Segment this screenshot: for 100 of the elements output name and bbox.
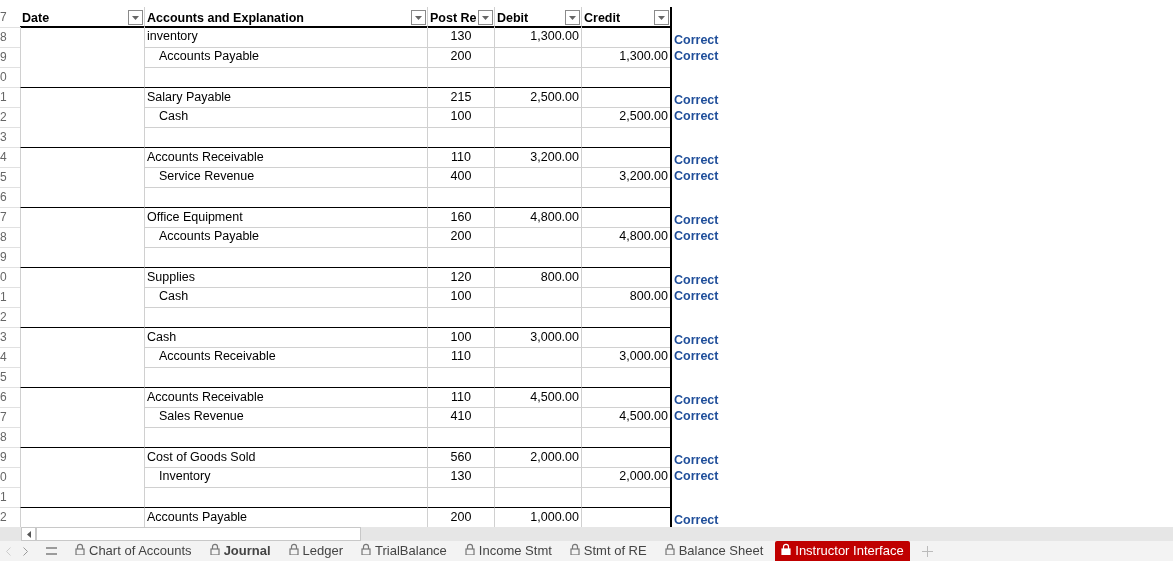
credit-amount: 2,500.00 xyxy=(582,107,672,128)
check-result: Correct xyxy=(673,212,720,227)
check-result: Correct xyxy=(673,168,720,185)
sheet-tab[interactable]: Stmt of RE xyxy=(563,541,653,561)
account-name: Inventory xyxy=(158,468,212,485)
account-name: Cash xyxy=(158,108,190,125)
row-number: 3 xyxy=(0,327,20,348)
debit-amount: 4,500.00 xyxy=(495,387,582,408)
check-result: Correct xyxy=(673,332,720,347)
row-number: 0 xyxy=(0,67,20,88)
post-reference: 215 xyxy=(428,87,495,108)
credit-amount: 3,200.00 xyxy=(582,167,672,188)
column-header: Accounts and Explanation xyxy=(147,11,304,25)
row-number: 2 xyxy=(0,307,20,328)
filter-dropdown[interactable] xyxy=(654,10,669,25)
row-number: 6 xyxy=(0,187,20,208)
filter-dropdown[interactable] xyxy=(128,10,143,25)
sheet-tab[interactable]: Chart of Accounts xyxy=(69,541,198,561)
post-reference: 100 xyxy=(428,107,495,128)
credit-amount: 3,000.00 xyxy=(582,347,672,368)
caret-icon xyxy=(569,15,576,20)
column-header: Credit xyxy=(584,11,621,25)
sheet-tab[interactable]: Journal xyxy=(203,541,277,561)
column-header: Date xyxy=(22,11,50,25)
left-arrow-icon xyxy=(26,530,31,538)
check-result: Correct xyxy=(673,288,720,305)
account-name: Sales Revenue xyxy=(158,408,245,425)
post-reference: 100 xyxy=(428,287,495,308)
account-name: Cost of Goods Sold xyxy=(145,447,428,468)
caret-icon xyxy=(132,15,139,20)
check-result: Correct xyxy=(673,92,720,107)
column-header: Debit xyxy=(497,11,529,25)
post-reference: 120 xyxy=(428,267,495,288)
debit-amount: 2,500.00 xyxy=(495,87,582,108)
row-number: 8 xyxy=(0,427,20,448)
sheet-tab[interactable]: Balance Sheet xyxy=(658,541,770,561)
debit-amount: 3,200.00 xyxy=(495,147,582,168)
filter-dropdown[interactable] xyxy=(565,10,580,25)
scroll-left-button[interactable] xyxy=(21,527,36,541)
account-name: Accounts Payable xyxy=(158,48,261,65)
caret-icon xyxy=(415,15,422,20)
sheet-tab[interactable]: Ledger xyxy=(282,541,350,561)
account-name: Cash xyxy=(145,327,428,348)
lock-icon xyxy=(75,543,85,555)
post-reference: 110 xyxy=(428,347,495,368)
post-reference: 100 xyxy=(428,327,495,348)
lock-icon xyxy=(569,543,580,555)
check-result: Correct xyxy=(673,32,720,47)
scrollbar-thumb[interactable] xyxy=(36,527,361,541)
debit-amount: 2,000.00 xyxy=(495,447,582,468)
row-number: 7 xyxy=(0,207,20,228)
row-number: 6 xyxy=(0,387,20,408)
check-result: Correct xyxy=(673,48,720,65)
credit-amount: 2,000.00 xyxy=(582,467,672,488)
chevron-left-icon xyxy=(6,546,11,556)
row-number: 1 xyxy=(0,487,20,508)
post-reference: 410 xyxy=(428,407,495,428)
sheet-tab[interactable]: TrialBalance xyxy=(355,541,453,561)
sheet-tab[interactable]: Income Stmt xyxy=(458,541,558,561)
post-reference: 400 xyxy=(428,167,495,188)
row-number: 4 xyxy=(0,147,20,168)
row-number: 9 xyxy=(0,47,20,68)
row-number: 0 xyxy=(0,267,20,288)
check-result: Correct xyxy=(673,392,720,407)
row-number: 5 xyxy=(0,367,20,388)
sheet-tab[interactable]: Instructor Interface xyxy=(775,541,910,561)
row-number: 9 xyxy=(0,247,20,268)
debit-amount: 1,300.00 xyxy=(495,27,582,48)
row-number: 0 xyxy=(0,467,20,488)
account-name: Accounts Receivable xyxy=(145,387,428,408)
row-number: 8 xyxy=(0,227,20,248)
debit-amount: 3,000.00 xyxy=(495,327,582,348)
post-reference: 160 xyxy=(428,207,495,228)
account-name: Accounts Receivable xyxy=(145,147,428,168)
post-reference: 130 xyxy=(428,467,495,488)
credit-amount: 4,500.00 xyxy=(582,407,672,428)
account-name: Service Revenue xyxy=(158,168,256,185)
post-reference: 110 xyxy=(428,147,495,168)
lock-icon xyxy=(288,543,299,555)
row-number: 1 xyxy=(0,287,20,308)
filter-dropdown[interactable] xyxy=(411,10,426,25)
credit-amount: 800.00 xyxy=(582,287,672,308)
account-name: Cash xyxy=(158,288,190,305)
row-number: 4 xyxy=(0,347,20,368)
check-result: Correct xyxy=(673,512,720,527)
row-number: 7 xyxy=(0,7,20,28)
chevron-right-icon xyxy=(23,546,28,556)
check-result: Correct xyxy=(673,152,720,167)
credit-amount: 4,800.00 xyxy=(582,227,672,248)
lock-icon xyxy=(664,543,675,555)
row-number: 2 xyxy=(0,107,20,128)
caret-icon xyxy=(482,15,489,20)
check-result: Correct xyxy=(673,348,720,365)
filter-dropdown[interactable] xyxy=(478,10,493,25)
account-name: Office Equipment xyxy=(145,207,428,228)
row-number: 7 xyxy=(0,407,20,428)
account-name: Salary Payable xyxy=(145,87,428,108)
lock-icon xyxy=(209,543,220,555)
plus-icon xyxy=(921,545,933,557)
credit-amount: 1,300.00 xyxy=(582,47,672,68)
